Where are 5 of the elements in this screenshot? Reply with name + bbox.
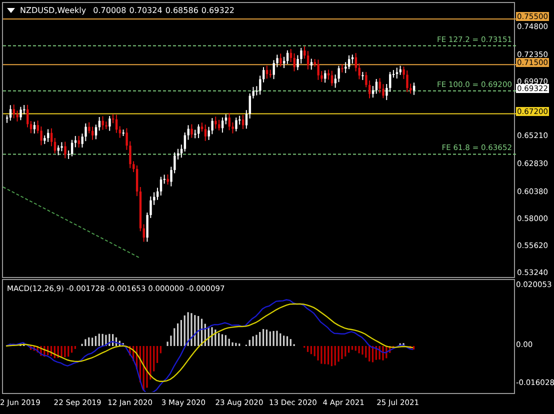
symbol-title: NZDUSD,Weekly [20,6,86,15]
ohlc-value: 0.69322 [201,6,235,15]
ohlc-value: 0.70324 [129,6,162,15]
ohlc-value: 0.70008 [93,6,126,15]
ohlc-value: 0.68586 [165,6,198,15]
